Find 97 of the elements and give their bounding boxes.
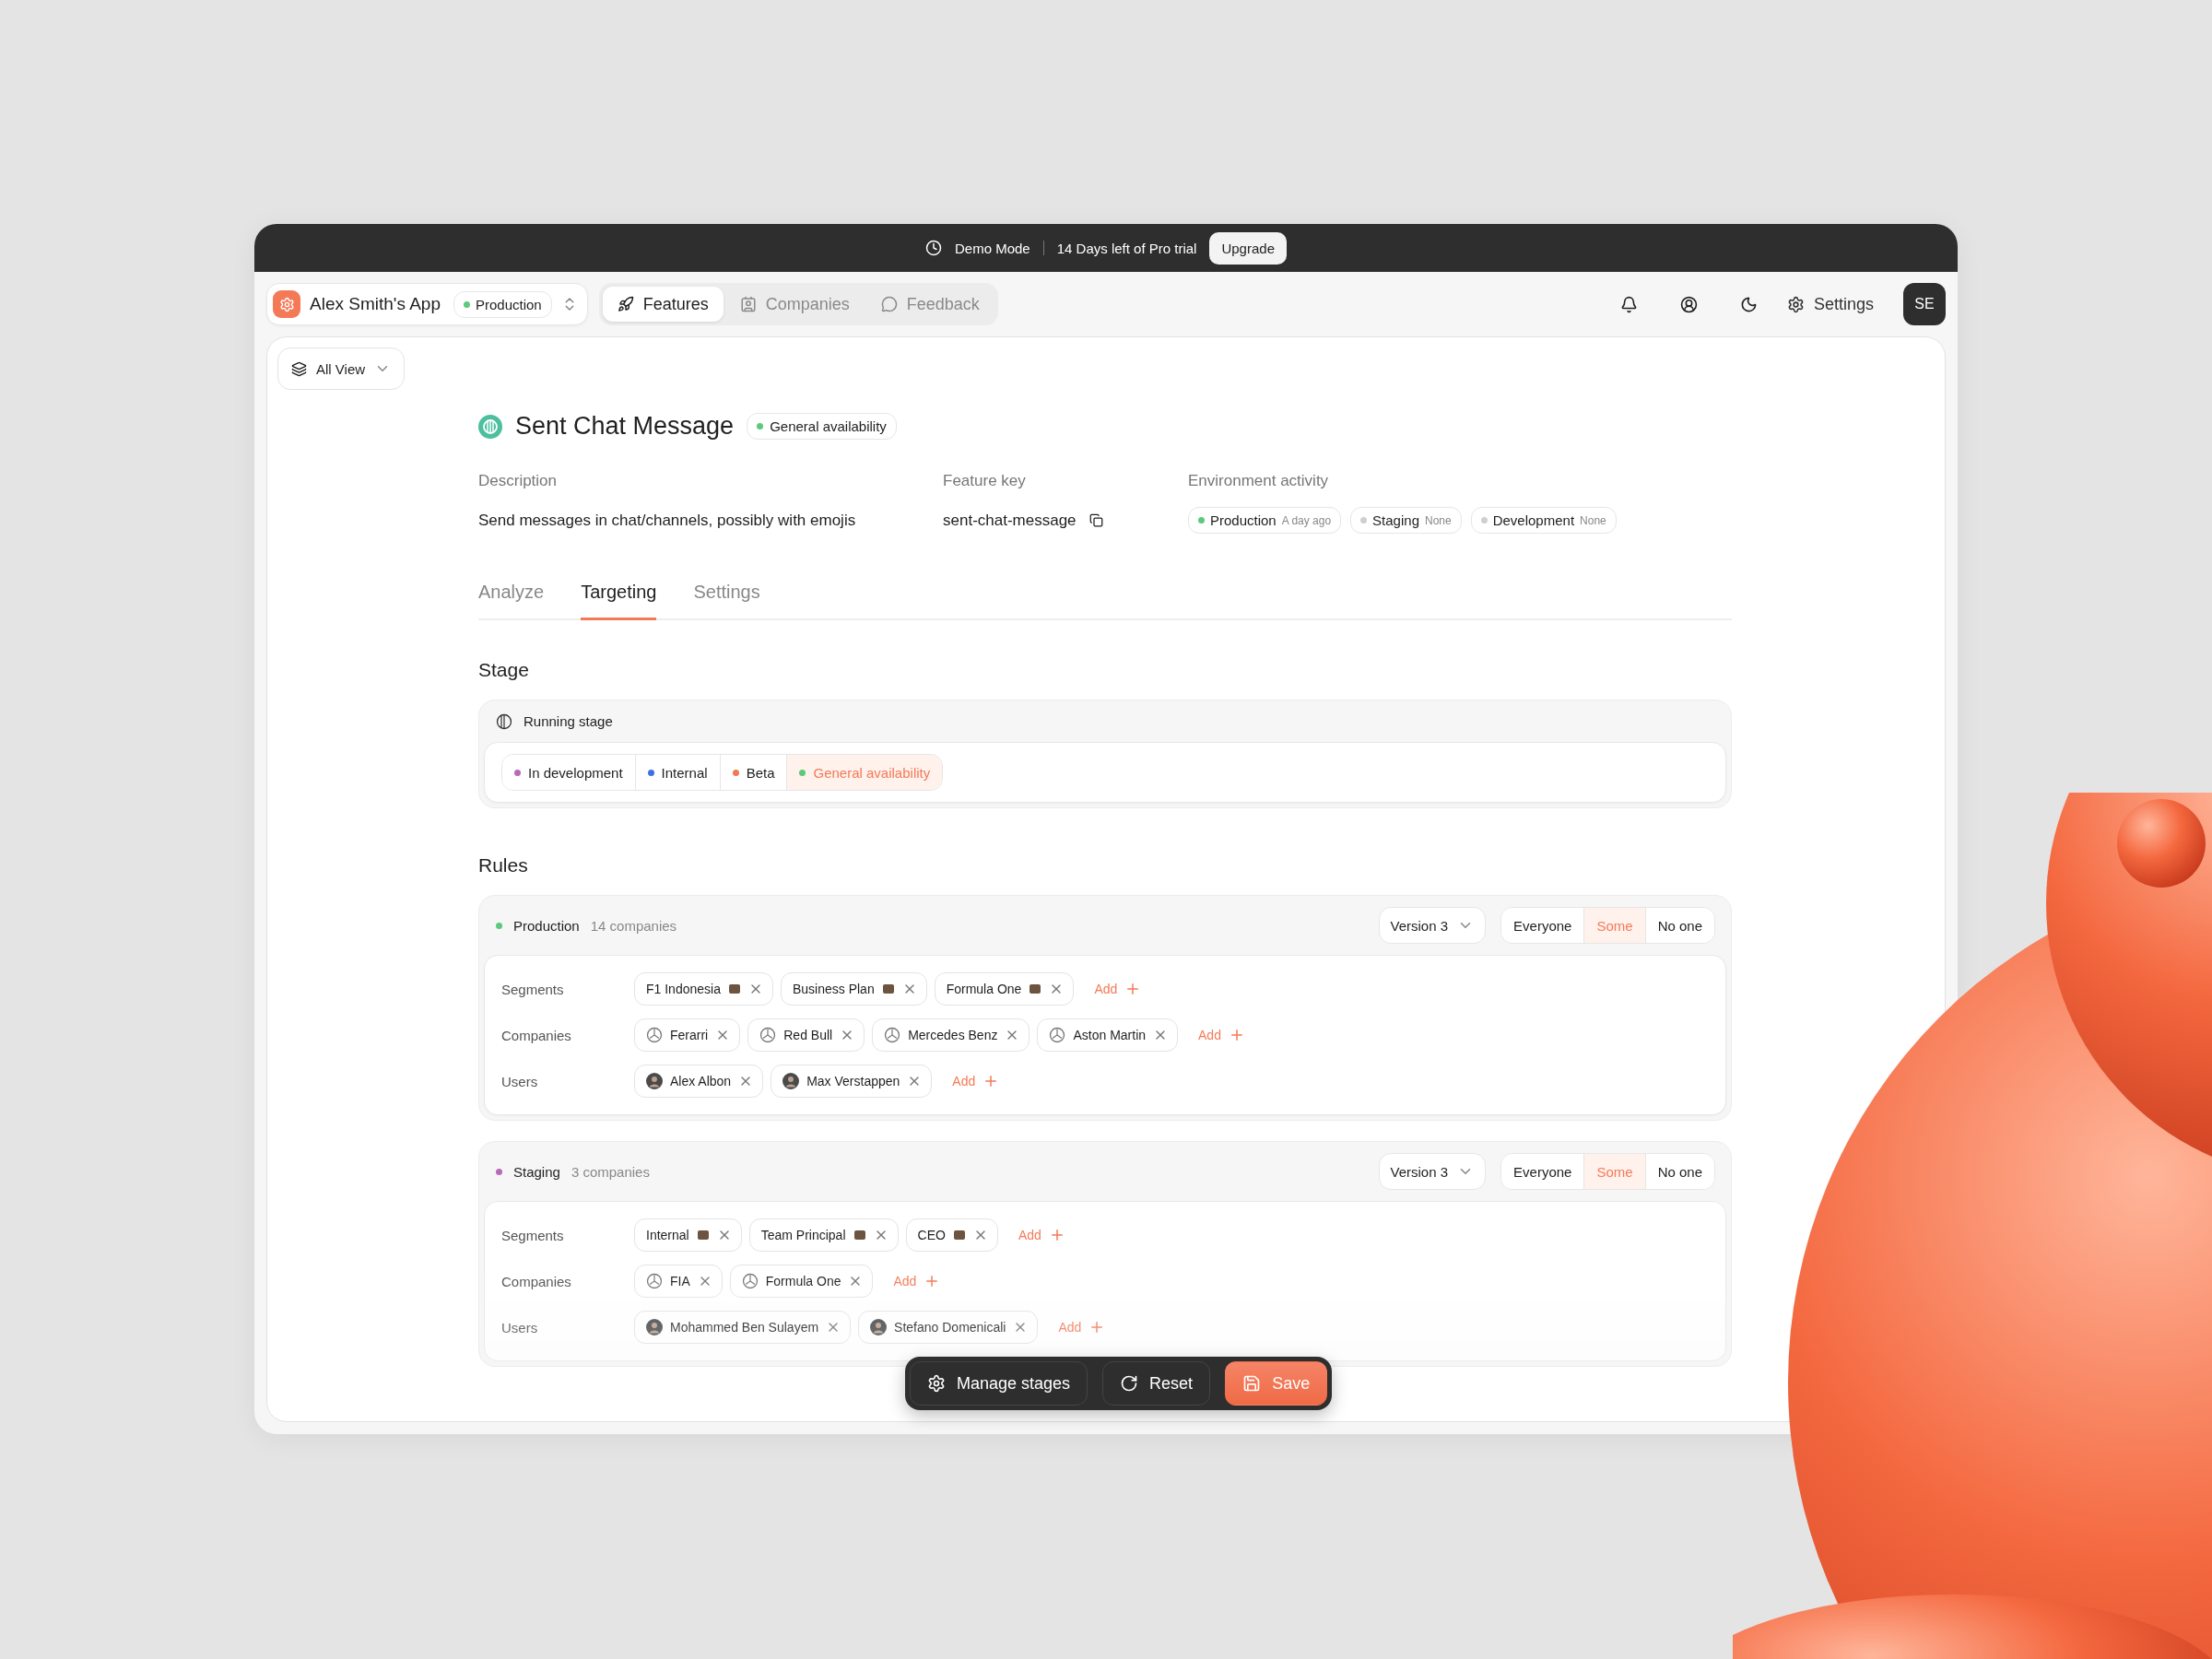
chip-label: Team Principal — [760, 1228, 846, 1242]
chip-label: Alex Albon — [670, 1074, 732, 1088]
environment-name: Staging — [1372, 512, 1419, 528]
tab[interactable]: Analyze — [478, 582, 545, 620]
trial-notice: 14 Days left of Pro trial — [1056, 240, 1197, 256]
avatar-icon — [870, 1319, 888, 1335]
avatar-icon — [782, 1073, 800, 1089]
version-dropdown[interactable]: Version 3 — [1378, 907, 1487, 944]
feature-key-text: sent-chat-message — [943, 511, 1077, 530]
layers-icon — [291, 360, 307, 377]
logo-icon — [884, 1027, 901, 1043]
row-label: Users — [501, 1319, 539, 1335]
chip-label: Stefano Domenicali — [894, 1320, 1006, 1335]
save-icon — [1242, 1374, 1262, 1393]
section-heading: Rules — [478, 854, 529, 877]
environment-name: Staging — [513, 1163, 560, 1180]
contact-card-icon — [739, 296, 757, 312]
app-name: Alex Smith's App — [310, 294, 441, 314]
avatar-icon — [646, 1319, 663, 1335]
chip-label: Internal — [646, 1228, 689, 1242]
logo-icon — [646, 1273, 663, 1289]
company-count: 14 companies — [590, 917, 677, 934]
settings-icon — [1786, 295, 1805, 313]
chip-label: Red Bull — [783, 1028, 833, 1042]
row-label: Users — [501, 1073, 539, 1089]
activity-time: None — [1425, 513, 1452, 527]
demo-mode-label: Demo Mode — [955, 240, 1030, 256]
row-label: Segments — [501, 981, 565, 997]
stage-badge: General availability — [747, 413, 897, 440]
half-circle-icon — [496, 712, 512, 730]
activity-time: A day ago — [1281, 513, 1332, 527]
emoji-icon — [881, 982, 895, 995]
environment-name: Production — [1210, 512, 1277, 528]
chip-label: Formula One — [765, 1274, 841, 1288]
row-label: Companies — [501, 1027, 572, 1043]
card-title: Running stage — [524, 713, 613, 729]
activity-label: Environment activity — [1188, 472, 1330, 490]
section-heading: Stage — [478, 659, 530, 681]
emoji-icon — [1029, 982, 1042, 995]
settings-button[interactable]: Settings — [1781, 293, 1879, 315]
row-label: Companies — [501, 1273, 572, 1289]
copy-icon[interactable] — [1088, 513, 1103, 527]
activity-time: None — [1580, 513, 1606, 527]
emoji-icon — [952, 1229, 966, 1241]
company-count: 3 companies — [571, 1163, 650, 1180]
chip-label: Max Verstappen — [806, 1074, 900, 1088]
reset-button[interactable]: Reset — [1102, 1361, 1211, 1406]
chip-label: CEO — [917, 1228, 946, 1242]
feature-key-label: Feature key — [943, 472, 1027, 490]
view-selector[interactable]: All View — [277, 347, 406, 390]
settings-icon — [927, 1374, 946, 1393]
status-dot — [757, 423, 764, 429]
chip-label: Aston Martin — [1073, 1028, 1147, 1042]
upgrade-button[interactable]: Upgrade — [1209, 231, 1287, 265]
chip-label: Ferarri — [670, 1028, 709, 1042]
app-switcher[interactable]: Alex Smith's App Production — [266, 283, 588, 325]
emoji-icon — [727, 982, 741, 995]
bell-icon[interactable] — [1619, 295, 1638, 313]
audience-option[interactable]: Everyone — [1501, 908, 1584, 943]
logo-icon — [1049, 1027, 1066, 1043]
rocket-icon — [617, 296, 634, 312]
status-dot — [464, 300, 470, 308]
avatar-icon — [646, 1073, 663, 1089]
tab[interactable]: Targeting — [581, 582, 657, 620]
user-circle-icon[interactable] — [1679, 295, 1698, 313]
chip-label: Formula One — [946, 982, 1022, 996]
environment-badge: Production — [453, 290, 552, 318]
nav-tab[interactable]: Features — [602, 287, 724, 322]
user-avatar[interactable]: SE — [1903, 283, 1946, 325]
manage-stages-button[interactable]: Manage stages — [910, 1361, 1088, 1406]
audience-option[interactable]: No one — [1644, 908, 1714, 943]
feature-title: Sent Chat Message — [515, 412, 735, 441]
logo-icon — [759, 1027, 777, 1043]
logo-icon — [646, 1027, 663, 1043]
description-text: Send messages in chat/channels, possibly with emojis — [478, 511, 857, 530]
chip-label: FIA — [670, 1274, 690, 1288]
app-logo-icon — [273, 290, 300, 318]
row-label: Segments — [501, 1227, 565, 1243]
description-label: Description — [478, 472, 559, 490]
chip-label: Mohammed Ben Sulayem — [670, 1320, 819, 1335]
emoji-icon — [853, 1229, 866, 1241]
audience-option[interactable]: Everyone — [1501, 1154, 1584, 1189]
environment-name: Development — [1492, 512, 1575, 528]
audience-option[interactable]: No one — [1644, 1154, 1714, 1189]
logo-icon — [741, 1273, 759, 1289]
clock-icon — [925, 240, 942, 256]
moon-icon[interactable] — [1739, 295, 1758, 313]
feature-icon — [478, 414, 502, 439]
chip-label: Business Plan — [792, 982, 875, 996]
tab[interactable]: Settings — [693, 582, 760, 620]
environment-name: Production — [513, 917, 580, 934]
version-dropdown[interactable]: Version 3 — [1378, 1153, 1487, 1190]
chip-label: F1 Indonesia — [646, 982, 721, 996]
chat-bubble-icon — [880, 296, 898, 312]
emoji-icon — [696, 1229, 710, 1241]
reset-icon — [1120, 1374, 1139, 1393]
chip-label: Mercedes Benz — [908, 1028, 998, 1042]
